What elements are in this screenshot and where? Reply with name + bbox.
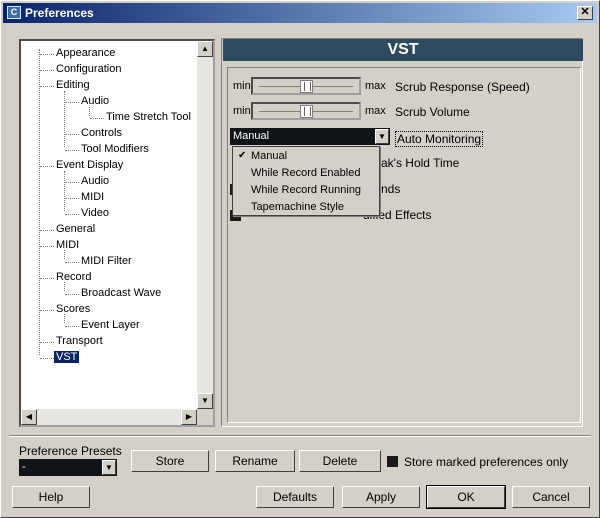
scroll-up-button[interactable]: ▲ [197,41,213,57]
auto-monitoring-select[interactable]: Manual ▼ [230,128,390,145]
close-button[interactable]: ✕ [577,6,593,20]
auto-monitoring-dropdown-list: Manual While Record Enabled While Record… [232,146,380,216]
tree-item-configuration[interactable]: Configuration [56,63,121,75]
scrub-response-thumb[interactable] [299,80,313,93]
tree-item-vst[interactable]: VST [54,351,80,363]
tree-item-event-display[interactable]: Event Display [56,159,123,171]
tree-item-video[interactable]: Video [81,207,109,219]
app-icon: C [7,6,21,19]
scrub-volume-slider[interactable] [251,102,361,120]
tree-item-record[interactable]: Record [56,271,91,283]
scroll-right-button[interactable]: ▶ [181,409,197,425]
scrub-volume-max-label: max [365,105,386,117]
defaults-button[interactable]: Defaults [256,486,334,508]
store-marked-checkbox[interactable] [387,456,398,467]
scrub-response-slider[interactable] [251,77,361,95]
peak-hold-time-label: ak's Hold Time [381,156,460,170]
cancel-button[interactable]: Cancel [512,486,590,508]
preference-presets-value: - [22,461,26,473]
tree-item-editing-audio[interactable]: Audio [81,95,109,107]
option-manual[interactable]: Manual [238,150,287,162]
scroll-corner [197,409,213,425]
window-title: Preferences [25,6,94,20]
tree-item-time-stretch-tool[interactable]: Time Stretch Tool [106,111,191,123]
arrow-left-icon: ◀ [25,412,33,421]
tree-item-midi[interactable]: MIDI [56,239,79,251]
scrub-response-min-label: min [233,80,251,92]
chevron-down-icon: ▼ [378,132,386,141]
help-button[interactable]: Help [12,486,90,508]
scrub-volume-label: Scrub Volume [395,105,470,119]
tree-item-appearance[interactable]: Appearance [56,47,115,59]
tree-item-controls[interactable]: Controls [81,127,122,139]
tree-item-scores[interactable]: Scores [56,303,90,315]
close-icon: ✕ [580,6,590,18]
delete-button[interactable]: Delete [299,450,381,472]
option-while-record-enabled[interactable]: While Record Enabled [251,167,360,179]
store-button[interactable]: Store [131,450,209,472]
tree-item-event-display-audio[interactable]: Audio [81,175,109,187]
arrow-right-icon: ▶ [185,412,193,421]
arrow-up-icon: ▲ [201,44,209,53]
tree-item-general[interactable]: General [56,223,95,235]
tree-item-broadcast-wave[interactable]: Broadcast Wave [81,287,161,299]
scrub-volume-min-label: min [233,105,251,117]
category-tree[interactable]: Appearance Configuration Editing Audio T… [19,39,215,427]
tree-item-event-display-midi[interactable]: MIDI [81,191,104,203]
arrow-down-icon: ▼ [201,396,209,405]
chevron-down-icon: ▼ [105,463,113,472]
scrub-response-label: Scrub Response (Speed) [395,80,530,94]
tree-item-event-layer[interactable]: Event Layer [81,319,140,331]
preference-presets-select[interactable]: - ▼ [19,459,117,476]
title-bar[interactable]: C Preferences ✕ [3,3,597,23]
panel-title: VST [223,39,583,61]
scroll-left-button[interactable]: ◀ [21,409,37,425]
option-tapemachine-style[interactable]: Tapemachine Style [251,201,344,213]
settings-inner-frame [227,67,581,423]
scrub-response-max-label: max [365,80,386,92]
tree-item-transport[interactable]: Transport [56,335,103,347]
auto-monitoring-dropdown-button[interactable]: ▼ [375,129,389,144]
tree-item-tool-modifiers[interactable]: Tool Modifiers [81,143,149,155]
tree-vertical-scrollbar[interactable]: ▲ ▼ [197,41,213,409]
auto-monitoring-label: Auto Monitoring [395,131,484,147]
tree-item-editing[interactable]: Editing [56,79,90,91]
store-marked-label: Store marked preferences only [404,455,569,469]
separator [9,435,591,437]
ok-button[interactable]: OK [426,485,506,509]
preferences-window: C Preferences ✕ Appearance Configuration… [0,0,600,518]
scrub-volume-thumb[interactable] [299,105,313,118]
tree-horizontal-scrollbar[interactable]: ◀ ▶ [21,409,197,425]
scroll-down-button[interactable]: ▼ [197,393,213,409]
rename-button[interactable]: Rename [215,450,295,472]
auto-monitoring-value: Manual [233,130,270,142]
presets-dropdown-button[interactable]: ▼ [102,460,116,475]
sends-label: nds [381,182,401,196]
tree-item-midi-filter[interactable]: MIDI Filter [81,255,132,267]
preference-presets-label: Preference Presets [19,444,122,458]
apply-button[interactable]: Apply [342,486,420,508]
option-while-record-running[interactable]: While Record Running [251,184,361,196]
